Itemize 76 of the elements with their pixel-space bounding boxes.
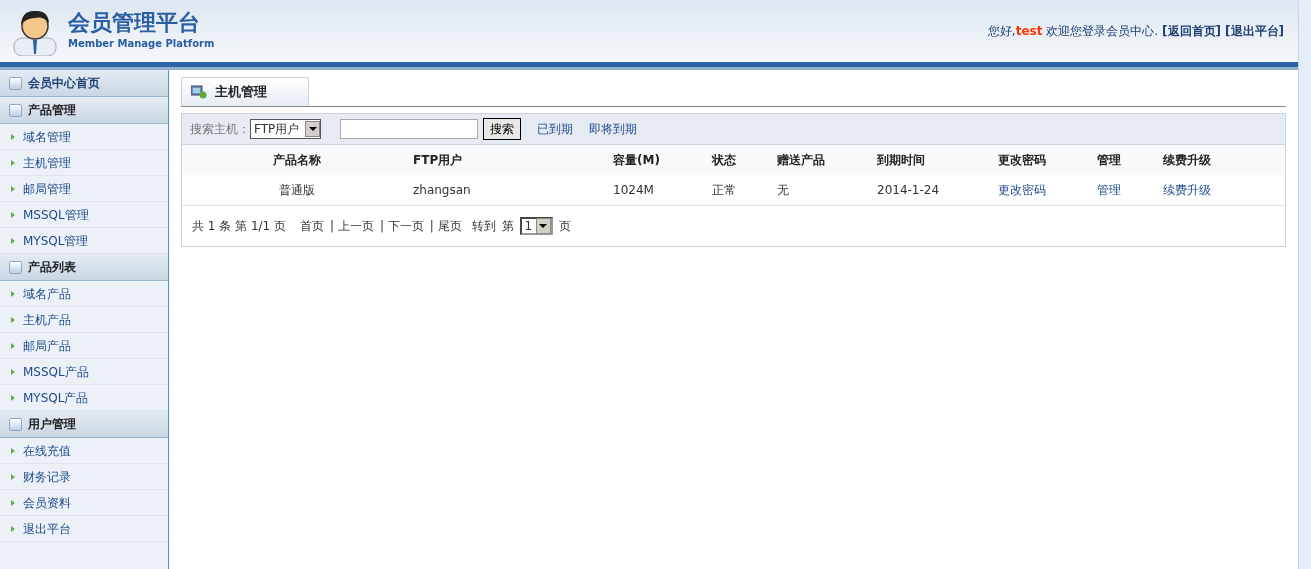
sidebar-item[interactable]: 主机管理 — [0, 150, 168, 176]
table-cell: 无 — [776, 175, 876, 205]
sidebar-item[interactable]: 主机产品 — [0, 307, 168, 333]
square-icon — [9, 103, 22, 117]
triangle-icon — [11, 159, 15, 166]
triangle-icon — [11, 525, 15, 532]
pager-link[interactable]: | 尾页 — [429, 216, 462, 235]
column-header: 续费升级 — [1162, 145, 1285, 175]
pager-link[interactable]: | 上一页 — [330, 216, 374, 235]
filter-link[interactable]: 已到期 — [537, 120, 573, 138]
table-cell: 1024M — [612, 175, 711, 205]
welcome-text: 欢迎您登录会员中心. — [1045, 24, 1159, 38]
column-header: 到期时间 — [876, 145, 997, 175]
site-subtitle: Member Manage Platform — [68, 36, 215, 51]
sidebar-item[interactable]: 财务记录 — [0, 464, 168, 490]
triangle-icon — [11, 316, 15, 323]
triangle-icon — [11, 342, 15, 349]
table-link[interactable]: 管理 — [1097, 182, 1121, 197]
triangle-icon — [11, 368, 15, 375]
triangle-icon — [11, 290, 15, 297]
greeting-text: 您好, — [987, 24, 1016, 38]
triangle-icon — [11, 447, 15, 454]
column-header: 赠送产品 — [776, 145, 876, 175]
column-header: 状态 — [711, 145, 776, 175]
sidebar-section-header[interactable]: 产品列表 — [0, 254, 168, 281]
square-icon — [9, 260, 22, 274]
table-cell: 正常 — [711, 175, 776, 205]
page-tab[interactable]: 主机管理 — [181, 77, 309, 106]
search-field[interactable] — [340, 119, 478, 139]
username: test — [1015, 24, 1043, 38]
table-link[interactable]: 更改密码 — [998, 182, 1046, 197]
sidebar-section-header[interactable]: 会员中心首页 — [0, 70, 168, 97]
sidebar-item[interactable]: 会员资料 — [0, 490, 168, 516]
triangle-icon — [11, 499, 15, 506]
pager-summary: 共 1 条 第 1/1 页 — [192, 217, 287, 235]
site-title: 会员管理平台 — [68, 11, 201, 36]
triangle-icon — [11, 394, 15, 401]
sidebar-section-header[interactable]: 用户管理 — [0, 411, 168, 438]
table-cell: 普通版 — [182, 175, 412, 205]
column-header: 管理 — [1096, 145, 1162, 175]
sidebar-item[interactable]: MSSQL产品 — [0, 359, 168, 385]
filter-link[interactable]: 即将到期 — [589, 120, 637, 138]
sidebar-item[interactable]: 在线充值 — [0, 438, 168, 464]
column-header: 更改密码 — [997, 145, 1096, 175]
search-type-select[interactable]: FTP用户 — [250, 119, 321, 139]
square-icon — [9, 417, 22, 431]
header-link[interactable]: [返回首页] — [1162, 24, 1222, 38]
goto-label: 转到 — [471, 217, 496, 235]
triangle-icon — [11, 133, 15, 140]
sidebar-section-header[interactable]: 产品管理 — [0, 97, 168, 124]
column-header: FTP用户 — [412, 145, 612, 175]
table-cell: 2014-1-24 — [876, 175, 997, 205]
server-icon — [191, 85, 207, 99]
triangle-icon — [11, 237, 15, 244]
header-link[interactable]: [退出平台] — [1225, 24, 1284, 38]
triangle-icon — [11, 185, 15, 192]
table-link[interactable]: 续费升级 — [1163, 182, 1211, 197]
page-select[interactable]: 1 — [519, 216, 553, 235]
sidebar-item[interactable]: 邮局产品 — [0, 333, 168, 359]
search-label: 搜索主机： — [190, 121, 250, 138]
sidebar-item[interactable]: MSSQL管理 — [0, 202, 168, 228]
sidebar-item[interactable]: 邮局管理 — [0, 176, 168, 202]
triangle-icon — [11, 211, 15, 218]
search-button[interactable]: 搜索 — [483, 118, 521, 140]
triangle-icon — [11, 473, 15, 480]
sidebar-item[interactable]: 域名产品 — [0, 281, 168, 307]
pager-link[interactable]: | 下一页 — [379, 216, 424, 235]
sidebar-item[interactable]: 域名管理 — [0, 124, 168, 150]
page-suffix: 页 — [558, 217, 571, 235]
pager-link[interactable]: 首页 — [300, 216, 325, 235]
column-header: 产品名称 — [182, 145, 412, 175]
sidebar-item[interactable]: 退出平台 — [0, 516, 168, 542]
column-header: 容量(M) — [612, 145, 711, 175]
square-icon — [9, 76, 22, 90]
page-prefix: 第 — [501, 217, 514, 235]
table-cell: zhangsan — [412, 175, 612, 205]
